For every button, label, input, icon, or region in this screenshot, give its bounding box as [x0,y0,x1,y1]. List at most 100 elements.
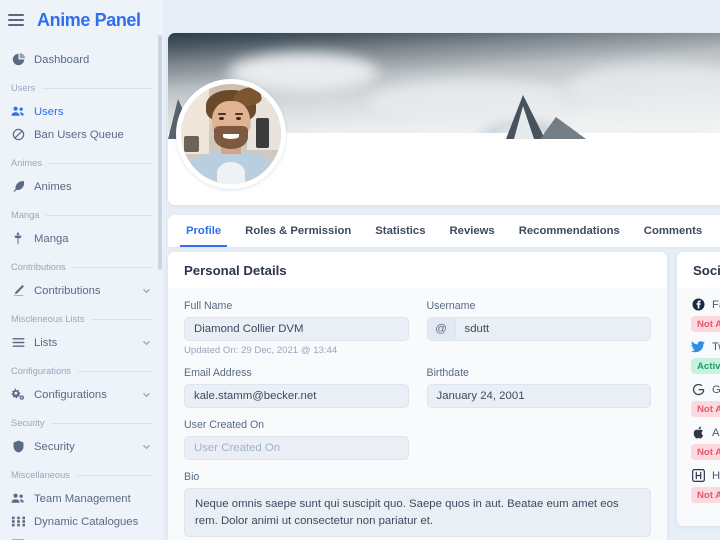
sidebar-section-animes: Animes [0,151,163,175]
pie-chart-icon [11,53,25,67]
main-content: Profile Roles & Permission Statistics Revie… [163,0,720,540]
tab-reviews[interactable]: Reviews [438,215,507,247]
app-root: Anime Panel Dashboard Users Users Ban Users… [0,0,720,540]
sidebar-item-label: Animes [34,181,72,193]
sidebar-item-label: Contributions [34,285,101,297]
sidebar-item-label: Manga [34,233,69,245]
tab-roles-permission[interactable]: Roles & Permission [233,215,363,247]
sidebar-section-divider [78,371,151,372]
social-account-item[interactable]: Google Not Active [691,383,720,417]
sidebar-section-label: Users [11,83,35,93]
sidebar-item-animes[interactable]: Animes [0,175,163,198]
sidebar-item-team-management[interactable]: Team Management [0,487,163,510]
status-badge: Active [691,358,720,374]
username-input[interactable]: sdutt [455,317,652,341]
tab-label: Profile [186,225,221,237]
personal-details-panel: Personal Details Full Name Diamond Colli… [168,252,667,540]
personal-details-title: Personal Details [168,252,667,288]
sidebar-item-label: Users [34,106,64,118]
sidebar-item-label: Lists [34,337,57,349]
sidebar: Anime Panel Dashboard Users Users Ban Users… [0,0,163,540]
tab-label: Roles & Permission [245,225,351,237]
left-column: Personal Details Full Name Diamond Colli… [168,252,667,540]
sidebar-item-label: Team Management [34,493,131,505]
huddle-icon [691,469,705,482]
sidebar-scrollbar[interactable] [158,35,162,270]
sidebar-item-dynamic-catalogues[interactable]: Dynamic Catalogues [0,510,163,533]
sidebar-section-label: Security [11,418,45,428]
user-created-on-input[interactable]: User Created On [184,436,409,460]
sidebar-item-dashboard[interactable]: Dashboard [0,48,163,71]
bio-textarea[interactable]: Neque omnis saepe sunt qui suscipit quo.… [184,488,651,537]
chevron-down-icon[interactable] [142,286,151,295]
full-name-input[interactable]: Diamond Collier DVM [184,317,409,341]
bio-field: Bio Neque omnis saepe sunt qui suscipit … [184,471,651,537]
social-accounts-list: Facebook Not Active Twitter Active Google Not… [677,288,720,526]
social-account-item[interactable]: AppleNot Active [691,426,720,460]
sidebar-nav: Dashboard Users Users Ban Users Queue Animes… [0,40,163,540]
sidebar-item-configurations[interactable]: Configurations [0,383,163,406]
sidebar-item-security[interactable]: Security [0,435,163,458]
bio-label: Bio [184,471,651,483]
social-account-name: Twitter [712,341,720,353]
social-account-name: Apple [712,427,720,439]
status-badge: Not Active [691,401,720,417]
tab-profile[interactable]: Profile [174,215,233,247]
social-account-row: Huddle [691,469,720,482]
sidebar-item-label: Ban Users Queue [34,129,124,141]
sidebar-item-label: Dynamic Catalogues [34,516,138,528]
sidebar-brand: Anime Panel [0,0,163,40]
google-icon [691,383,705,396]
social-account-name: Facebook [712,299,720,311]
user-created-on-field: User Created On User Created On [184,419,409,460]
sidebar-item-label: Dashboard [34,54,89,66]
username-input-group: @ sdutt [427,317,652,341]
tab-label: Recommendations [519,225,620,237]
sidebar-section-divider [42,88,151,89]
sidebar-section-divider [77,475,151,476]
sidebar-section-manga: Manga [0,203,163,227]
full-name-label: Full Name [184,300,409,312]
status-badge: Not Active [691,316,720,332]
user-created-on-label: User Created On [184,419,409,431]
users-icon [11,105,25,119]
birthdate-input[interactable]: January 24, 2001 [427,384,652,408]
sidebar-item-lists[interactable]: Lists [0,331,163,354]
sidebar-item-contributions[interactable]: Contributions [0,279,163,302]
tab-statistics[interactable]: Statistics [363,215,437,247]
chevron-down-icon[interactable] [142,338,151,347]
at-symbol-icon: @ [427,317,455,341]
sidebar-section-security: Security [0,411,163,435]
email-input[interactable]: kale.stamm@becker.net [184,384,409,408]
social-account-row: Apple [691,426,720,439]
email-field: Email Address kale.stamm@becker.net [184,367,409,408]
chevron-down-icon[interactable] [142,390,151,399]
grid-icon [11,515,25,529]
social-account-item[interactable]: HuddleNot Active [691,469,720,503]
tab-label: Reviews [450,225,495,237]
tab-recommendations[interactable]: Recommendations [507,215,632,247]
hamburger-icon[interactable] [8,14,24,26]
sidebar-item-label: Security [34,441,75,453]
sidebar-section-label: Contributions [11,262,66,272]
sidebar-section-divider [91,319,151,320]
social-account-item[interactable]: Facebook Not Active [691,298,720,332]
sidebar-item-ban-users-queue[interactable]: Ban Users Queue [0,123,163,146]
sidebar-item-manga[interactable]: Manga [0,227,163,250]
social-account-item[interactable]: Twitter Active [691,341,720,374]
full-name-field: Full Name Diamond Collier DVM Updated On… [184,300,409,356]
tab-comments[interactable]: Comments [632,215,714,247]
avatar[interactable] [176,79,286,189]
chevron-down-icon[interactable] [142,442,151,451]
content-area: Personal Details Full Name Diamond Colli… [163,252,720,540]
sidebar-section-label: Miscellaneous [11,470,70,480]
sidebar-section-divider [52,423,151,424]
sidebar-section-configurations: Configurations [0,359,163,383]
manga-icon [11,232,25,246]
sidebar-section-divider [49,163,151,164]
sidebar-item-news[interactable]: News [0,533,163,540]
tab-posts[interactable]: Posts [714,215,720,247]
social-account-name: Google [712,384,720,396]
sidebar-section-miscellaneous: Miscellaneous [0,463,163,487]
sidebar-item-users[interactable]: Users [0,100,163,123]
